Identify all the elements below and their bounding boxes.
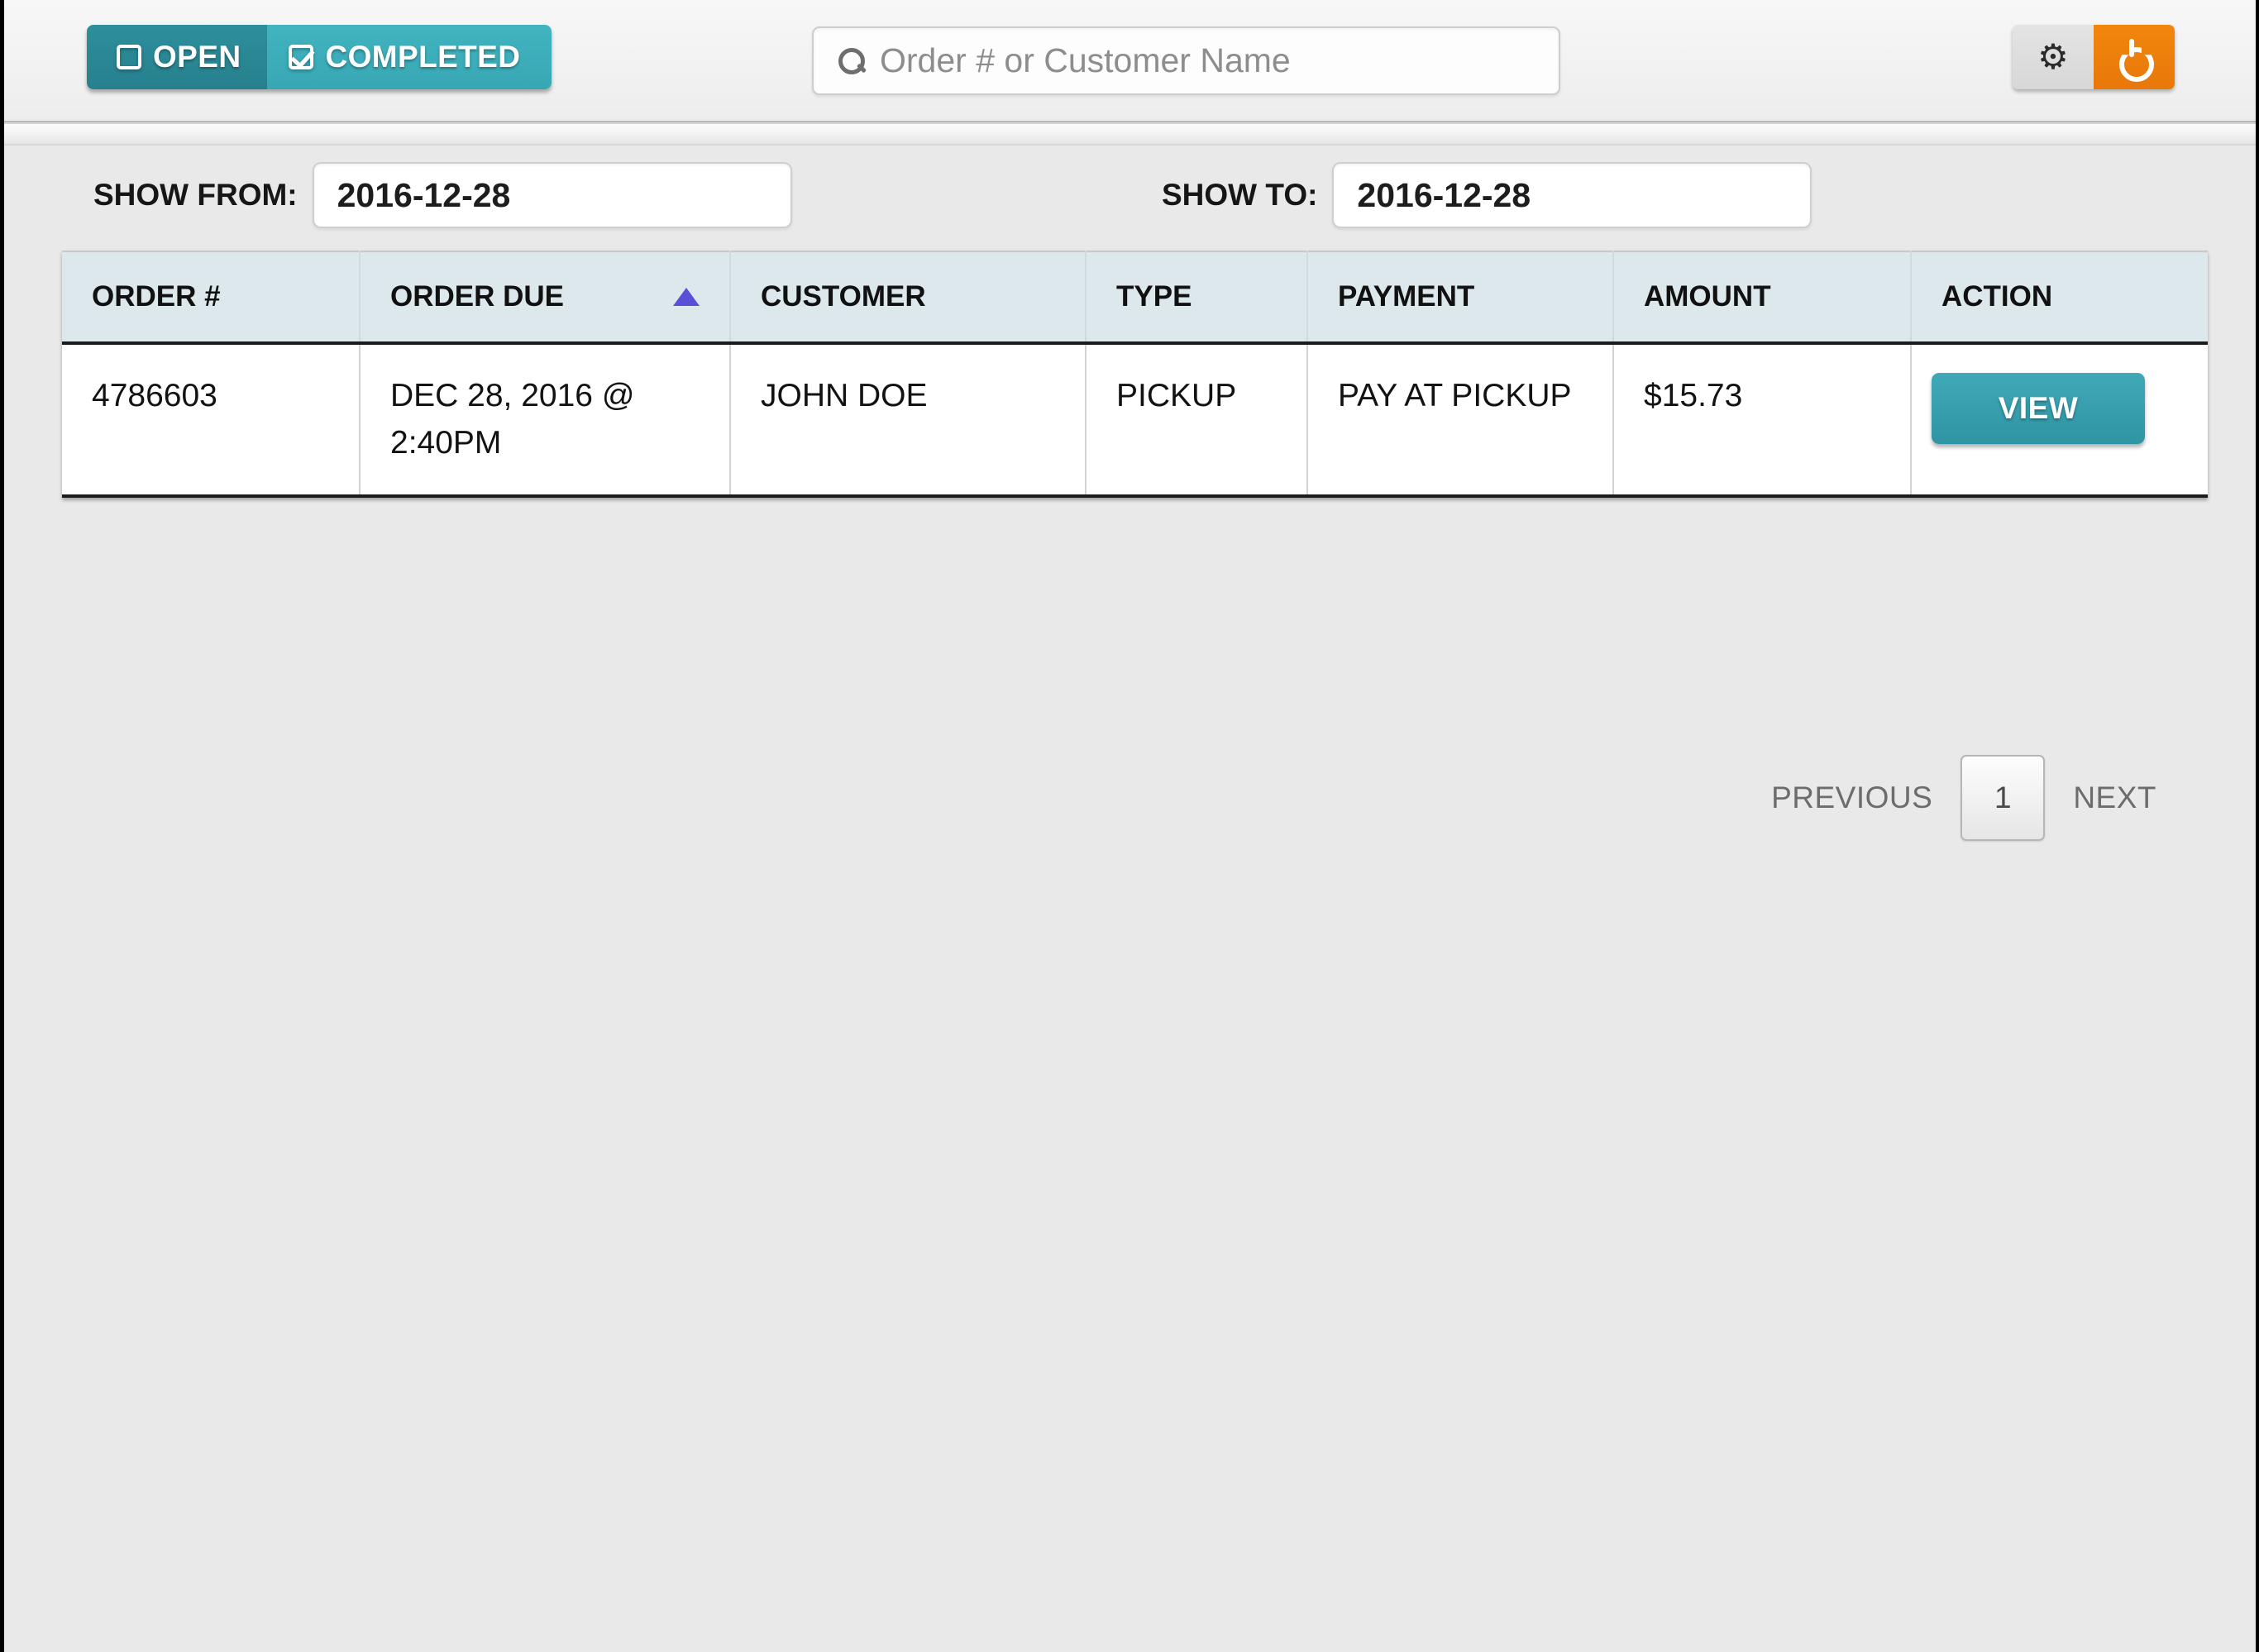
top-toolbar: OPEN COMPLETED ⚙ (4, 0, 2256, 122)
column-label: CUSTOMER (761, 280, 926, 313)
orders-table-header: ORDER # ORDER DUE CUSTOMER TYPE PAYMENT (62, 251, 2208, 345)
view-order-button[interactable]: VIEW (1932, 373, 2145, 444)
column-header-action[interactable]: ACTION (1911, 251, 2208, 345)
cell-payment: PAY AT PICKUP (1307, 343, 1614, 499)
pagination-page-1[interactable]: 1 (1961, 755, 2046, 841)
power-icon (2118, 39, 2151, 74)
cell-amount: $15.73 (1613, 343, 1912, 499)
table-header-row: ORDER # ORDER DUE CUSTOMER TYPE PAYMENT (62, 251, 2208, 345)
settings-button[interactable]: ⚙ (2013, 25, 2094, 89)
power-button[interactable] (2094, 25, 2175, 89)
table-row[interactable]: 4786603 DEC 28, 2016 @ 2:40PM JOHN DOE P… (62, 343, 2208, 499)
column-header-amount[interactable]: AMOUNT (1613, 251, 1912, 345)
gear-icon: ⚙ (2037, 37, 2069, 76)
column-label: ACTION (1941, 280, 2053, 313)
pagination-next[interactable]: NEXT (2073, 781, 2156, 815)
date-filter-row: SHOW FROM: SHOW TO: (4, 146, 2256, 235)
column-header-order-number[interactable]: ORDER # (62, 251, 361, 345)
pagination: PREVIOUS 1 NEXT (1771, 755, 2156, 841)
column-header-payment[interactable]: PAYMENT (1307, 251, 1614, 345)
cell-customer: JOHN DOE (730, 343, 1087, 499)
sort-ascending-icon (673, 288, 700, 306)
column-label: ORDER # (92, 280, 221, 313)
orders-table: ORDER # ORDER DUE CUSTOMER TYPE PAYMENT (62, 251, 2208, 499)
show-to-label: SHOW TO: (1162, 178, 1318, 212)
show-from-input[interactable] (312, 162, 792, 228)
orders-table-container: ORDER # ORDER DUE CUSTOMER TYPE PAYMENT (62, 251, 2208, 841)
search-icon (835, 45, 868, 78)
order-status-toggle-group: OPEN COMPLETED (87, 25, 552, 89)
column-header-customer[interactable]: CUSTOMER (730, 251, 1087, 345)
pagination-previous[interactable]: PREVIOUS (1771, 781, 1932, 815)
search-input[interactable] (868, 41, 1559, 80)
tab-open[interactable]: OPEN (87, 25, 268, 89)
show-from-group: SHOW FROM: (93, 162, 792, 228)
show-to-group: SHOW TO: (1162, 162, 1812, 228)
orders-table-body: 4786603 DEC 28, 2016 @ 2:40PM JOHN DOE P… (62, 343, 2208, 499)
column-header-order-due[interactable]: ORDER DUE (360, 251, 731, 345)
order-management-screen: OPEN COMPLETED ⚙ SHOW FROM: (0, 0, 2259, 1652)
column-label: AMOUNT (1644, 280, 1771, 313)
column-header-type[interactable]: TYPE (1086, 251, 1308, 345)
cell-action: VIEW (1911, 343, 2208, 499)
tab-completed-label: COMPLETED (325, 40, 521, 74)
search-box[interactable] (812, 26, 1560, 95)
tab-open-label: OPEN (153, 40, 241, 74)
checkbox-checked-icon (289, 45, 314, 69)
cell-type: PICKUP (1086, 343, 1308, 499)
column-label: TYPE (1116, 280, 1192, 313)
column-label: ORDER DUE (390, 280, 565, 313)
cell-order-number: 4786603 (62, 343, 361, 499)
cell-order-due: DEC 28, 2016 @ 2:40PM (360, 343, 731, 499)
tab-completed[interactable]: COMPLETED (267, 25, 552, 89)
show-to-input[interactable] (1332, 162, 1812, 228)
toolbar-action-group: ⚙ (2013, 25, 2175, 89)
column-label: PAYMENT (1338, 280, 1475, 313)
toolbar-divider (4, 122, 2256, 146)
show-from-label: SHOW FROM: (93, 178, 298, 212)
checkbox-unchecked-icon (117, 45, 141, 69)
